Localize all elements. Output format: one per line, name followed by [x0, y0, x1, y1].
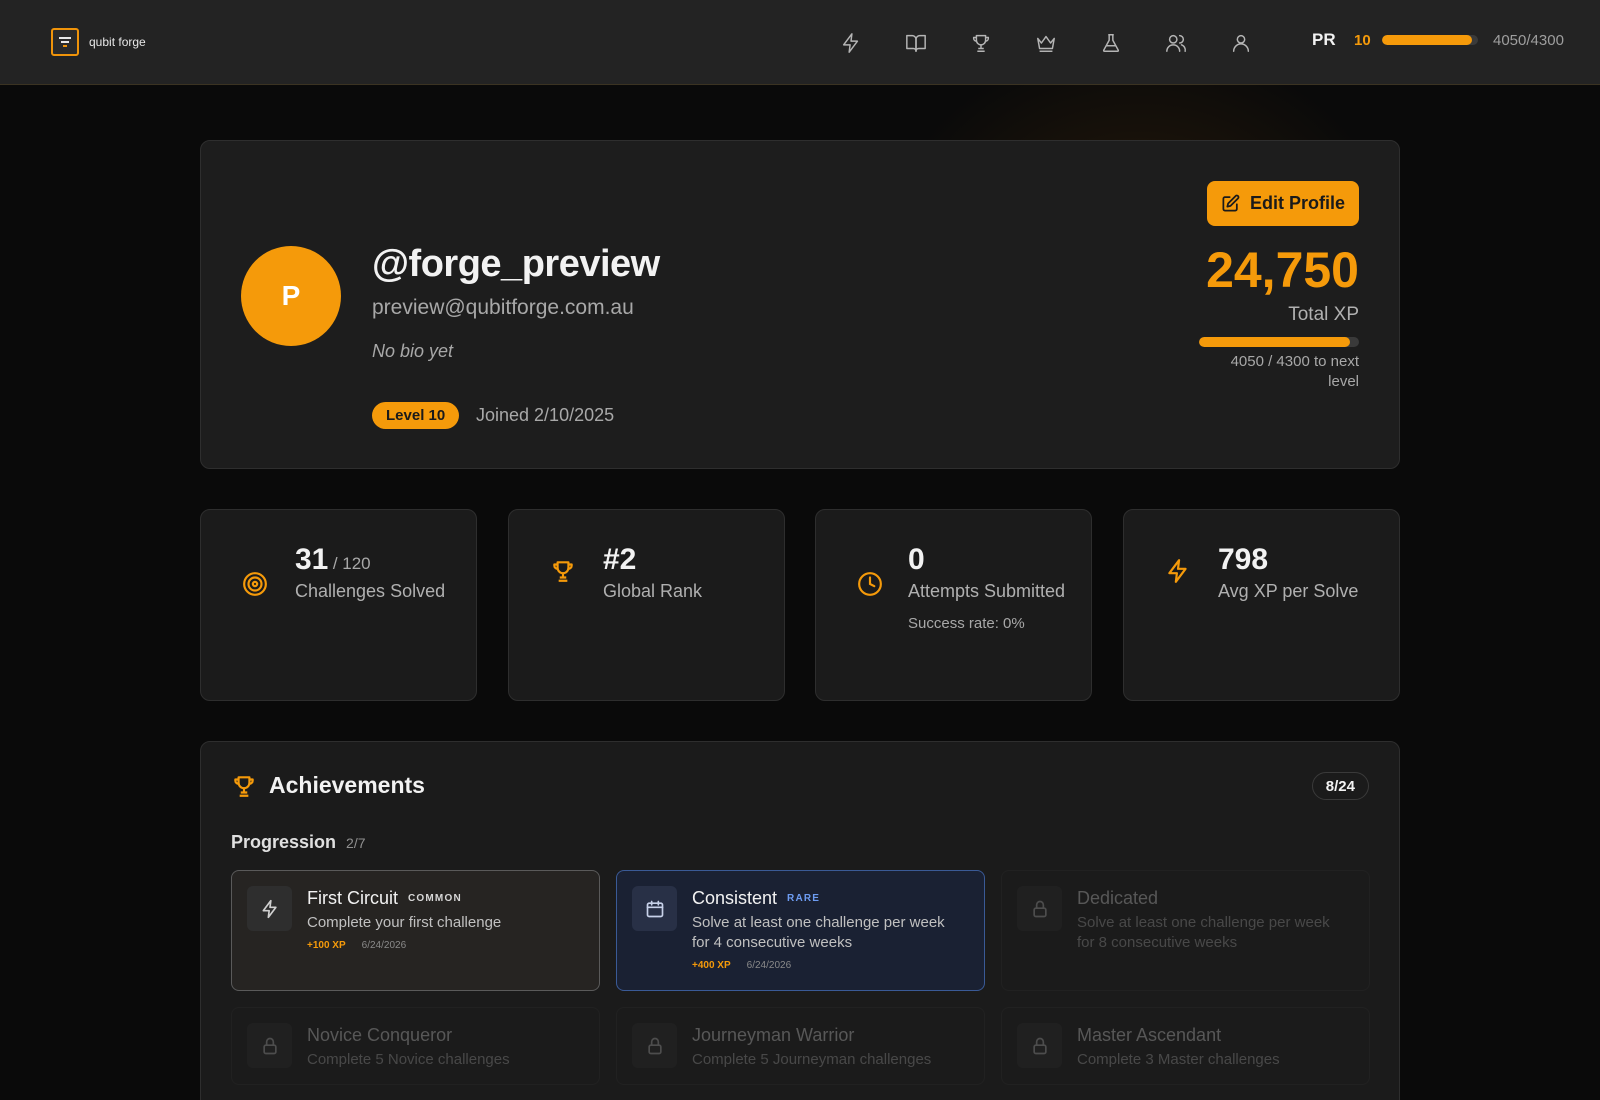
brand-name: qubit forge — [89, 35, 146, 49]
lightning-icon — [247, 886, 292, 931]
edit-profile-label: Edit Profile — [1249, 193, 1345, 213]
stat-card-avg-xp: 798 Avg XP per Solve — [1123, 509, 1400, 701]
nav-xp-bar-fill — [1382, 35, 1473, 45]
achievement-consistent[interactable]: Consistent RARE Solve at least one chall… — [616, 870, 985, 991]
section-name: Progression — [231, 832, 337, 852]
stat-total: / 120 — [332, 554, 371, 573]
flask-icon[interactable] — [1096, 28, 1125, 57]
joined-date: Joined 2/10/2025 — [476, 405, 615, 425]
stat-label: Attempts Submitted — [908, 581, 1066, 601]
achievement-date: 6/24/2026 — [746, 960, 792, 971]
lock-icon — [1017, 1023, 1062, 1068]
profile-xp-bar — [1199, 337, 1359, 347]
stat-value: 798 — [1218, 543, 1269, 576]
achievement-master-ascendant[interactable]: Master Ascendant Complete 3 Master chall… — [1001, 1007, 1370, 1085]
total-xp-value: 24,750 — [1206, 242, 1359, 298]
brand-logo-icon — [51, 28, 79, 56]
achievement-desc: Complete your first challenge — [307, 914, 502, 931]
achievements-card: Achievements 8/24 Progression 2/7 First … — [200, 741, 1400, 1100]
nav-xp-text: 4050/4300 — [1493, 31, 1564, 49]
achievement-desc: Solve at least one challenge per week fo… — [1077, 914, 1330, 951]
profile-card: P @forge_preview preview@qubitforge.com.… — [200, 140, 1400, 469]
stat-label: Avg XP per Solve — [1218, 581, 1359, 601]
success-rate: Success rate: 0% — [908, 615, 1025, 632]
lightning-icon — [1164, 557, 1192, 585]
trophy-icon — [234, 775, 254, 797]
top-nav: qubit forge PR 10 4050/4300 — [0, 0, 1600, 85]
achievement-date: 6/24/2026 — [361, 940, 407, 951]
achievement-xp: +400 XP — [692, 960, 731, 971]
achievement-desc: Solve at least one challenge per week fo… — [692, 914, 945, 951]
calendar-icon — [632, 886, 677, 931]
achievement-desc: Complete 3 Master challenges — [1077, 1051, 1280, 1068]
profile-xp-bar-fill — [1199, 337, 1350, 347]
crown-icon[interactable] — [1031, 28, 1060, 57]
username: @forge_preview — [372, 243, 660, 285]
achievements-count: 8/24 — [1311, 772, 1369, 800]
nav-user-progress[interactable]: PR 10 4050/4300 — [1312, 30, 1564, 50]
achievement-name: Master Ascendant — [1077, 1025, 1222, 1045]
achievements-title: Achievements — [269, 772, 425, 798]
email: preview@qubitforge.com.au — [372, 296, 634, 319]
stat-label: Challenges Solved — [295, 581, 446, 601]
stat-value: 31 — [295, 543, 329, 576]
achievement-journeyman-warrior[interactable]: Journeyman Warrior Complete 5 Journeyman… — [616, 1007, 985, 1085]
nav-xp-bar — [1382, 35, 1478, 45]
bio: No bio yet — [372, 341, 454, 361]
achievement-name: Consistent — [692, 888, 778, 908]
rarity-badge: RARE — [787, 893, 821, 904]
lightning-icon[interactable] — [836, 28, 865, 57]
user-icon[interactable] — [1226, 28, 1255, 57]
lock-icon — [1017, 886, 1062, 931]
achievement-desc: Complete 5 Novice challenges — [307, 1051, 510, 1068]
stat-card-attempts: 0 Attempts Submitted Success rate: 0% — [815, 509, 1092, 701]
achievement-desc: Complete 5 Journeyman challenges — [692, 1051, 932, 1068]
xp-to-next-level: 4050 / 4300 to next level — [1230, 353, 1359, 390]
user-initials: PR — [1312, 30, 1336, 49]
achievement-name: First Circuit — [307, 888, 398, 908]
section-count: 2/7 — [346, 835, 366, 851]
rarity-badge: COMMON — [408, 893, 462, 904]
nav-icons — [836, 28, 1255, 57]
book-icon[interactable] — [901, 28, 930, 57]
achievement-first-circuit[interactable]: First Circuit COMMON Complete your first… — [231, 870, 600, 991]
achievement-novice-conqueror[interactable]: Novice Conqueror Complete 5 Novice chall… — [231, 1007, 600, 1085]
achievement-name: Dedicated — [1077, 888, 1159, 908]
stat-label: Global Rank — [603, 581, 703, 601]
achievement-name: Journeyman Warrior — [692, 1025, 855, 1045]
clock-icon — [856, 570, 884, 598]
edit-profile-button[interactable]: Edit Profile — [1207, 181, 1359, 226]
lock-icon — [247, 1023, 292, 1068]
achievement-dedicated[interactable]: Dedicated Solve at least one challenge p… — [1001, 870, 1370, 991]
users-icon[interactable] — [1161, 28, 1190, 57]
level-badge: Level 10 — [372, 402, 460, 429]
achievement-xp: +100 XP — [307, 940, 346, 951]
stat-value: #2 — [603, 543, 637, 576]
trophy-icon — [549, 557, 577, 585]
stat-card-challenges: 31 / 120 Challenges Solved — [200, 509, 477, 701]
brand[interactable]: qubit forge — [51, 28, 146, 56]
stat-value: 0 — [908, 543, 925, 576]
nav-level: 10 — [1354, 31, 1371, 49]
trophy-icon[interactable] — [966, 28, 995, 57]
stat-card-rank: #2 Global Rank — [508, 509, 785, 701]
avatar[interactable]: P — [241, 246, 341, 346]
target-icon — [241, 570, 269, 598]
lock-icon — [632, 1023, 677, 1068]
achievement-name: Novice Conqueror — [307, 1025, 453, 1045]
edit-icon — [1222, 194, 1240, 212]
total-xp-label: Total XP — [1288, 304, 1359, 325]
